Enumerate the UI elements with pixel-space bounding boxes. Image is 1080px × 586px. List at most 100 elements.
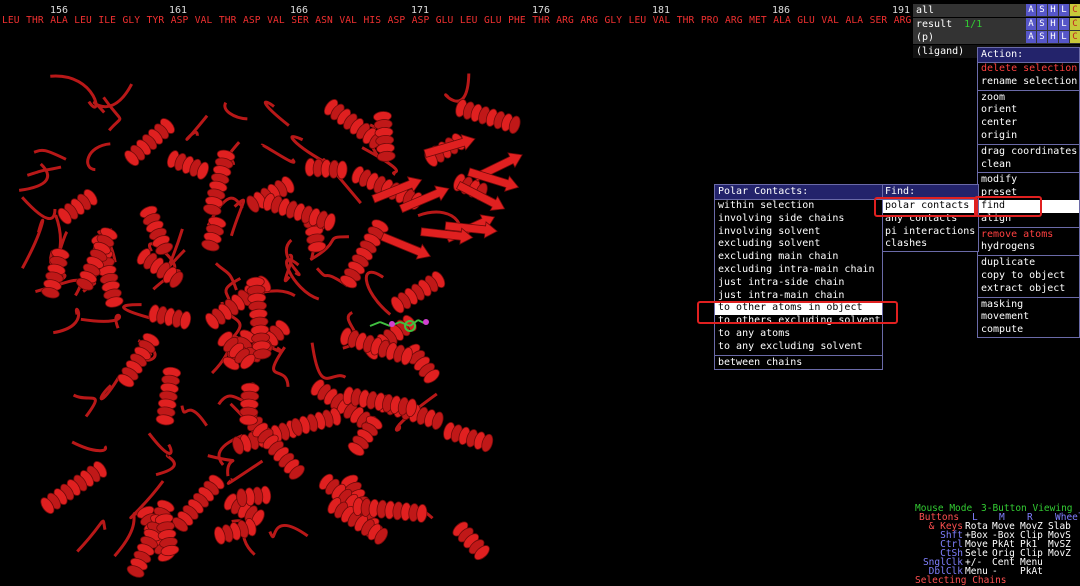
sequence-residue[interactable]: ARG	[556, 15, 574, 26]
sequence-residue[interactable]: ASN	[315, 15, 333, 26]
polar-item-excluding-main-chain[interactable]: excluding main chain	[715, 251, 882, 264]
protein-coil	[21, 196, 57, 221]
action-item-compute[interactable]: compute	[978, 324, 1079, 337]
object-button-l[interactable]: L	[1059, 31, 1069, 43]
find-item-clashes[interactable]: clashes	[882, 238, 978, 251]
action-item-duplicate[interactable]: duplicate	[978, 257, 1079, 270]
action-item-masking[interactable]: masking	[978, 299, 1079, 312]
action-item-center[interactable]: center	[978, 117, 1079, 130]
sequence-residue[interactable]: SER	[870, 15, 888, 26]
polar-item-involving-side-chains[interactable]: involving side chains	[715, 213, 882, 226]
sequence-residue[interactable]: VAL	[195, 15, 213, 26]
protein-coil	[50, 74, 98, 109]
action-item-hydrogens[interactable]: hydrogens	[978, 241, 1079, 254]
action-item-orient[interactable]: orient	[978, 104, 1079, 117]
sequence-residue[interactable]: ASP	[412, 15, 430, 26]
sequence-residue[interactable]: ARG	[894, 15, 912, 26]
object-button-a[interactable]: A	[1026, 31, 1036, 43]
action-item-zoom[interactable]: zoom	[978, 92, 1079, 105]
protein-coil	[229, 198, 246, 237]
action-item-copy-to-object[interactable]: copy to object	[978, 270, 1079, 283]
sequence-residue[interactable]: TYR	[147, 15, 165, 26]
sequence-residue[interactable]: ASP	[388, 15, 406, 26]
sequence-residue[interactable]: ALA	[773, 15, 791, 26]
object-name[interactable]: all	[916, 4, 934, 17]
action-item-drag-coordinates[interactable]: drag coordinates	[978, 146, 1079, 159]
polar-item-excluding-solvent[interactable]: excluding solvent	[715, 238, 882, 251]
object-button-s[interactable]: S	[1037, 31, 1047, 43]
sequence-residue[interactable]: ALA	[846, 15, 864, 26]
object-button-h[interactable]: H	[1048, 31, 1058, 43]
sequence-residue[interactable]: PHE	[508, 15, 526, 26]
object-button-l[interactable]: L	[1059, 4, 1069, 16]
ligand-atom	[423, 319, 429, 325]
sequence-residue[interactable]: GLY	[605, 15, 623, 26]
object-button-h[interactable]: H	[1048, 17, 1058, 30]
object-row[interactable]: result 1/1 A S H L C	[913, 17, 1080, 31]
sequence-residue[interactable]: VAL	[339, 15, 357, 26]
polar-item-between-chains[interactable]: between chains	[715, 357, 882, 370]
sequence-residue[interactable]: GLU	[484, 15, 502, 26]
sequence-residue[interactable]: SER	[291, 15, 309, 26]
polar-item-just-intra-side-chain[interactable]: just intra-side chain	[715, 277, 882, 290]
polar-item-to-any-atoms[interactable]: to any atoms	[715, 328, 882, 341]
object-button-a[interactable]: A	[1026, 4, 1036, 16]
object-button-c[interactable]: C	[1070, 4, 1080, 16]
sequence-residue[interactable]: HIS	[364, 15, 382, 26]
sequence-residue[interactable]: VAL	[821, 15, 839, 26]
object-row[interactable]: (p) A S H L C	[913, 31, 1080, 44]
sequence-residue[interactable]: THR	[677, 15, 695, 26]
object-button-l[interactable]: L	[1059, 17, 1069, 30]
action-item-extract-object[interactable]: extract object	[978, 283, 1079, 296]
object-row[interactable]: all A S H L C	[913, 4, 1080, 17]
protein-helix	[304, 157, 348, 180]
object-button-s[interactable]: S	[1037, 17, 1047, 30]
sequence-residue[interactable]: ARG	[725, 15, 743, 26]
sequence-residue[interactable]: GLU	[797, 15, 815, 26]
sequence-residue[interactable]: THR	[26, 15, 44, 26]
object-name[interactable]: (ligand)	[916, 45, 964, 58]
object-button-s[interactable]: S	[1037, 4, 1047, 16]
protein-coil	[260, 143, 296, 164]
polar-item-excluding-intra-main-chain[interactable]: excluding intra-main chain	[715, 264, 882, 277]
action-item-rename-selection[interactable]: rename selection	[978, 76, 1079, 89]
object-button-a[interactable]: A	[1026, 17, 1036, 30]
sequence-residue[interactable]: LEU	[74, 15, 92, 26]
polar-contacts-menu: Polar Contacts: within selection involvin…	[714, 184, 883, 371]
sequence-residue[interactable]: LEU	[460, 15, 478, 26]
object-name[interactable]: (p)	[916, 31, 934, 44]
sequence-residue[interactable]: LEU	[629, 15, 647, 26]
protein-helix	[339, 219, 389, 289]
sequence-residue[interactable]: VAL	[267, 15, 285, 26]
sequence-residue[interactable]: GLY	[123, 15, 141, 26]
object-name[interactable]: result 1/1	[916, 18, 982, 31]
sequence-residue[interactable]: GLU	[436, 15, 454, 26]
object-button-c[interactable]: C	[1070, 31, 1080, 43]
sequence-residue[interactable]: THR	[219, 15, 237, 26]
sequence-residue[interactable]: MET	[749, 15, 767, 26]
object-button-c[interactable]: C	[1070, 17, 1080, 30]
sequence-residue[interactable]: ASP	[243, 15, 261, 26]
polar-item-to-any-excluding-solvent[interactable]: to any excluding solvent	[715, 341, 882, 354]
object-button-h[interactable]: H	[1048, 4, 1058, 16]
action-item-origin[interactable]: origin	[978, 130, 1079, 143]
polar-item-within-selection[interactable]: within selection	[715, 200, 882, 213]
action-item-clean[interactable]: clean	[978, 159, 1079, 172]
action-item-delete-selection[interactable]: delete selection	[978, 63, 1079, 76]
sequence-residue[interactable]: PRO	[701, 15, 719, 26]
action-item-remove-atoms[interactable]: remove atoms	[978, 229, 1079, 242]
sequence-residue[interactable]: ARG	[580, 15, 598, 26]
sequence-residue[interactable]: THR	[532, 15, 550, 26]
sequence-residue[interactable]: ALA	[50, 15, 68, 26]
action-item-movement[interactable]: movement	[978, 311, 1079, 324]
sequence-residue[interactable]: VAL	[653, 15, 671, 26]
sequence-bar[interactable]: 156 161 166 171 176 181 186 191 LEU THR ALA LEU ILE…	[0, 0, 913, 36]
action-item-modify[interactable]: modify	[978, 174, 1079, 187]
sequence-residue[interactable]: LEU	[2, 15, 20, 26]
polar-item-involving-solvent[interactable]: involving solvent	[715, 226, 882, 239]
mouse-cell: MovZ	[1048, 548, 1071, 559]
sequence-residue[interactable]: ASP	[171, 15, 189, 26]
sequence-residue[interactable]: ILE	[98, 15, 116, 26]
find-item-pi-interactions[interactable]: pi interactions	[882, 226, 978, 239]
protein-coil	[72, 393, 97, 418]
